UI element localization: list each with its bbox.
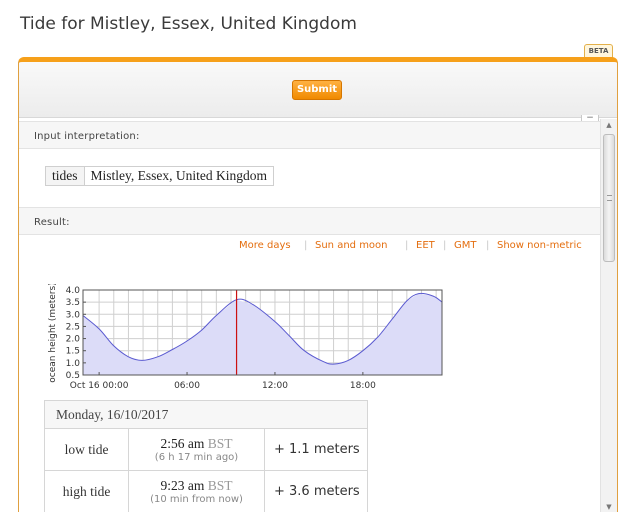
scrollbar-grip-icon xyxy=(607,195,612,201)
scroll-up-arrow-icon[interactable]: ▲ xyxy=(601,119,617,132)
tide-timezone: BST xyxy=(207,435,233,451)
result-links: More days | Sun and moon | EET | GMT | S… xyxy=(19,240,600,254)
tide-relative-time: (10 min from now) xyxy=(150,493,243,505)
link-more-days[interactable]: More days xyxy=(239,240,291,251)
link-sun-and-moon[interactable]: Sun and moon xyxy=(315,240,388,251)
y-tick-label: 4.0 xyxy=(66,286,81,296)
tide-time: 2:56 am xyxy=(160,435,205,451)
tide-timezone: BST xyxy=(207,477,233,493)
x-tick-label: Oct 16 00:00 xyxy=(70,381,129,391)
interpretation-key: tides xyxy=(46,167,85,185)
submit-button[interactable]: Submit xyxy=(292,80,342,100)
tide-time-cell: 9:23 am BST (10 min from now) xyxy=(128,470,265,512)
tide-kind: low tide xyxy=(44,428,129,471)
result-frame: Submit − Input interpretation: tides Mis… xyxy=(18,57,618,512)
y-axis-label: ocean height (meters) xyxy=(48,284,58,383)
tide-row: high tide 9:23 am BST (10 min from now) … xyxy=(44,470,368,512)
y-tick-label: 3.5 xyxy=(66,298,80,308)
submit-bar: Submit xyxy=(19,62,617,118)
tide-chart-svg: 0.5 1.0 1.5 2.0 2.5 3.0 3.5 4.0 Oct 16 00:00 06:0… xyxy=(48,282,443,391)
beta-badge: BETA xyxy=(584,44,613,58)
page-title: Tide for Mistley, Essex, United Kingdom xyxy=(20,14,357,34)
y-tick-label: 3.0 xyxy=(66,310,81,320)
link-separator: | xyxy=(304,240,308,251)
vertical-scrollbar[interactable]: ▲ ▼ xyxy=(600,119,617,512)
tide-row: low tide 2:56 am BST (6 h 17 min ago) + … xyxy=(44,428,368,471)
tide-table: Monday, 16/10/2017 low tide 2:56 am BST … xyxy=(44,400,368,512)
link-gmt[interactable]: GMT xyxy=(454,240,477,251)
input-interpretation-label: Input interpretation: xyxy=(34,131,140,142)
result-header: Result: xyxy=(19,207,600,235)
scrollbar-thumb[interactable] xyxy=(603,134,615,262)
interpretation-value: Mistley, Essex, United Kingdom xyxy=(90,168,268,183)
x-tick-label: 12:00 xyxy=(262,381,288,391)
x-tick-label: 18:00 xyxy=(350,381,376,391)
tide-kind: high tide xyxy=(44,470,129,512)
tide-chart: 0.5 1.0 1.5 2.0 2.5 3.0 3.5 4.0 Oct 16 00:00 06:0… xyxy=(44,282,454,399)
link-eet[interactable]: EET xyxy=(416,240,435,251)
y-tick-label: 1.0 xyxy=(66,359,81,369)
y-tick-label: 1.5 xyxy=(66,347,80,357)
result-label: Result: xyxy=(34,217,70,228)
tide-table-date-row: Monday, 16/10/2017 xyxy=(44,400,368,429)
tide-time: 9:23 am xyxy=(160,477,205,493)
tide-time-cell: 2:56 am BST (6 h 17 min ago) xyxy=(128,428,265,471)
input-interpretation-header: Input interpretation: xyxy=(19,121,600,149)
link-separator: | xyxy=(405,240,409,251)
y-tick-label: 0.5 xyxy=(66,371,80,381)
link-show-non-metric[interactable]: Show non-metric xyxy=(497,240,582,251)
y-tick-label: 2.5 xyxy=(66,322,80,332)
link-separator: | xyxy=(443,240,447,251)
x-tick-label: 06:00 xyxy=(174,381,200,391)
scroll-down-arrow-icon[interactable]: ▼ xyxy=(601,501,617,512)
tide-date: Monday, 16/10/2017 xyxy=(44,400,368,429)
tide-relative-time: (6 h 17 min ago) xyxy=(154,451,239,463)
link-separator: | xyxy=(486,240,490,251)
tide-height: + 3.6 meters xyxy=(264,470,368,512)
y-tick-label: 2.0 xyxy=(66,335,81,345)
tide-height: + 1.1 meters xyxy=(264,428,368,471)
interpretation-table: tides Mistley, Essex, United Kingdom xyxy=(45,166,274,186)
